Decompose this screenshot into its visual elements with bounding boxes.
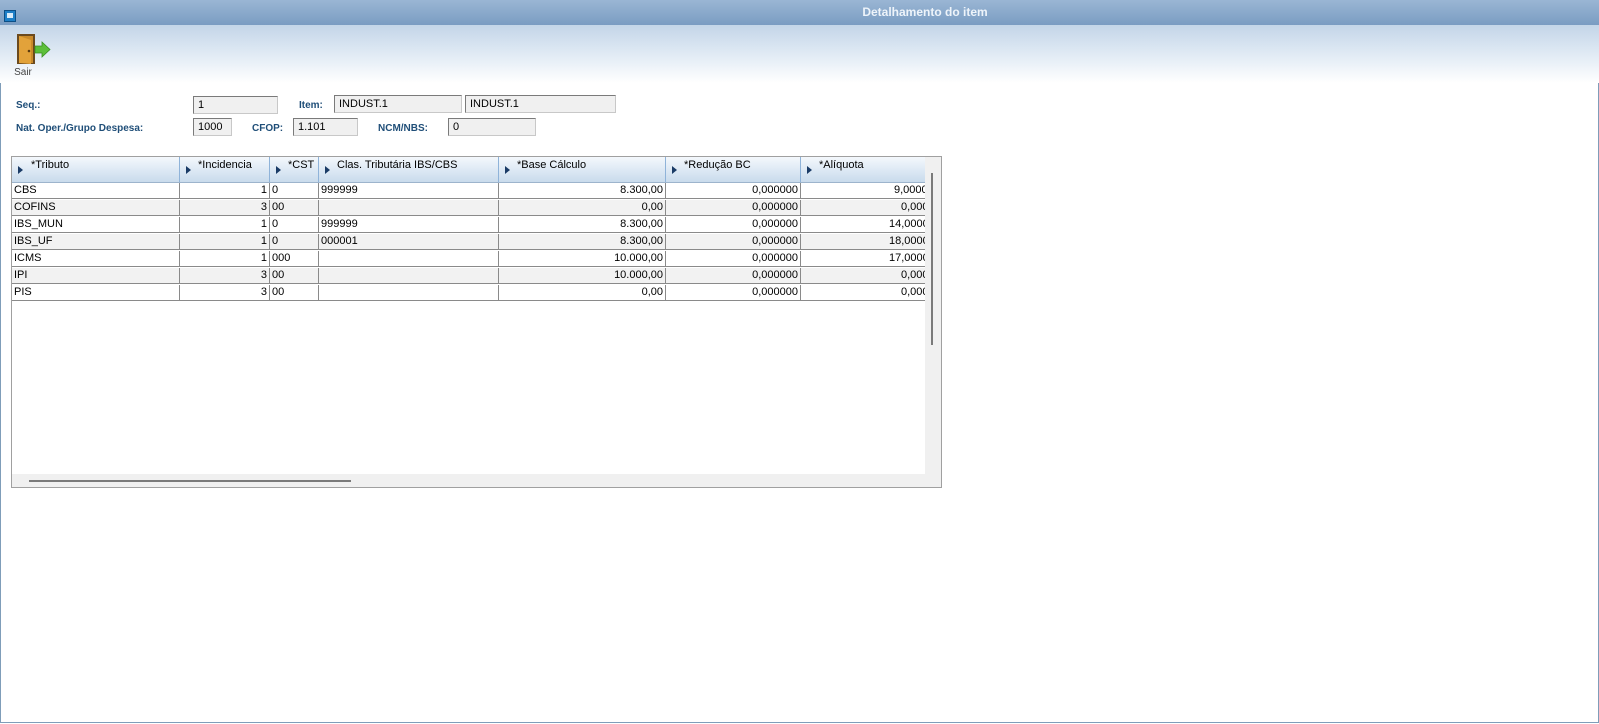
- cell-reducao-bc[interactable]: 0,000000: [666, 200, 801, 216]
- column-menu-icon: [807, 166, 812, 174]
- cell-tributo[interactable]: PIS: [12, 285, 180, 301]
- cfop-label: CFOP:: [252, 123, 284, 134]
- cell-aliquota[interactable]: 0,00000: [801, 200, 941, 216]
- column-menu-icon: [276, 166, 281, 174]
- column-menu-icon: [505, 166, 510, 174]
- cell-reducao-bc[interactable]: 0,000000: [666, 183, 801, 199]
- item-label: Item:: [299, 100, 323, 111]
- cell-clas-tributaria[interactable]: 999999: [319, 183, 499, 199]
- cell-incidencia[interactable]: 1: [180, 217, 270, 233]
- cell-tributo[interactable]: IBS_UF: [12, 234, 180, 250]
- cell-aliquota[interactable]: 18,00000: [801, 234, 941, 250]
- cell-incidencia[interactable]: 3: [180, 200, 270, 216]
- cell-clas-tributaria[interactable]: [319, 285, 499, 301]
- horizontal-scroll-thumb[interactable]: [29, 480, 351, 482]
- cell-incidencia[interactable]: 1: [180, 234, 270, 250]
- column-header-clas-tributaria[interactable]: Clas. Tributária IBS/CBS: [319, 157, 499, 182]
- table-row[interactable]: IPI 3 00 10.000,00 0,000000 0,00000: [12, 268, 941, 284]
- vertical-scroll-thumb[interactable]: [931, 173, 933, 345]
- cfop-field[interactable]: 1.101: [293, 118, 358, 136]
- cell-aliquota[interactable]: 0,00000: [801, 285, 941, 301]
- cell-clas-tributaria[interactable]: [319, 200, 499, 216]
- exit-button[interactable]: Sair: [10, 31, 51, 79]
- ncm-label: NCM/NBS:: [378, 123, 428, 134]
- cell-tributo[interactable]: CBS: [12, 183, 180, 199]
- table-row[interactable]: IBS_MUN 1 0 999999 8.300,00 0,000000 14,…: [12, 217, 941, 233]
- column-header-aliquota[interactable]: *Alíquota: [801, 157, 941, 182]
- cell-base-calculo[interactable]: 10.000,00: [499, 251, 666, 267]
- window-title: Detalhamento do item: [862, 5, 988, 19]
- cell-cst[interactable]: 00: [270, 268, 319, 284]
- cell-base-calculo[interactable]: 8.300,00: [499, 217, 666, 233]
- table-row[interactable]: IBS_UF 1 0 000001 8.300,00 0,000000 18,0…: [12, 234, 941, 250]
- table-row[interactable]: COFINS 3 00 0,00 0,000000 0,00000: [12, 200, 941, 216]
- seq-field[interactable]: 1: [193, 96, 278, 114]
- ncm-field[interactable]: 0: [448, 118, 536, 136]
- table-row[interactable]: CBS 1 0 999999 8.300,00 0,000000 9,00000: [12, 183, 941, 199]
- cell-aliquota[interactable]: 17,00000: [801, 251, 941, 267]
- cell-cst[interactable]: 0: [270, 234, 319, 250]
- title-bar: Detalhamento do item: [0, 0, 1599, 25]
- column-header-reducao-bc[interactable]: *Redução BC: [666, 157, 801, 182]
- cell-reducao-bc[interactable]: 0,000000: [666, 268, 801, 284]
- cell-tributo[interactable]: ICMS: [12, 251, 180, 267]
- cell-reducao-bc[interactable]: 0,000000: [666, 234, 801, 250]
- cell-base-calculo[interactable]: 8.300,00: [499, 234, 666, 250]
- column-header-incidencia[interactable]: *Incidencia: [180, 157, 270, 182]
- table-row[interactable]: ICMS 1 000 10.000,00 0,000000 17,00000: [12, 251, 941, 267]
- toolbar: Sair: [0, 25, 1599, 83]
- cell-base-calculo[interactable]: 0,00: [499, 200, 666, 216]
- cell-incidencia[interactable]: 1: [180, 183, 270, 199]
- column-menu-icon: [325, 166, 330, 174]
- taxes-grid: *Tributo *Incidencia *CST Clas. Tributár…: [11, 156, 942, 488]
- cell-clas-tributaria[interactable]: 000001: [319, 234, 499, 250]
- cell-reducao-bc[interactable]: 0,000000: [666, 217, 801, 233]
- cell-cst[interactable]: 0: [270, 183, 319, 199]
- cell-tributo[interactable]: IPI: [12, 268, 180, 284]
- cell-cst[interactable]: 000: [270, 251, 319, 267]
- cell-clas-tributaria[interactable]: [319, 268, 499, 284]
- column-menu-icon: [18, 166, 23, 174]
- cell-aliquota[interactable]: 0,00000: [801, 268, 941, 284]
- cell-cst[interactable]: 00: [270, 285, 319, 301]
- cell-aliquota[interactable]: 9,00000: [801, 183, 941, 199]
- cell-cst[interactable]: 0: [270, 217, 319, 233]
- cell-tributo[interactable]: IBS_MUN: [12, 217, 180, 233]
- cell-clas-tributaria[interactable]: 999999: [319, 217, 499, 233]
- column-header-base-calculo[interactable]: *Base Cálculo: [499, 157, 666, 182]
- column-header-cst[interactable]: *CST: [270, 157, 319, 182]
- cell-reducao-bc[interactable]: 0,000000: [666, 285, 801, 301]
- exit-door-icon: [17, 34, 51, 64]
- grid-header: *Tributo *Incidencia *CST Clas. Tributár…: [12, 157, 925, 183]
- cell-cst[interactable]: 00: [270, 200, 319, 216]
- vertical-scrollbar[interactable]: [925, 157, 941, 475]
- cell-reducao-bc[interactable]: 0,000000: [666, 251, 801, 267]
- item-code-field[interactable]: INDUST.1: [334, 95, 462, 113]
- table-row[interactable]: PIS 3 00 0,00 0,000000 0,00000: [12, 285, 941, 301]
- cell-aliquota[interactable]: 14,00000: [801, 217, 941, 233]
- scrollbar-corner: [925, 474, 941, 487]
- cell-base-calculo[interactable]: 10.000,00: [499, 268, 666, 284]
- item-description-field[interactable]: INDUST.1: [465, 95, 616, 113]
- cell-tributo[interactable]: COFINS: [12, 200, 180, 216]
- exit-label: Sair: [14, 67, 32, 78]
- cell-incidencia[interactable]: 3: [180, 268, 270, 284]
- column-header-tributo[interactable]: *Tributo: [12, 157, 180, 182]
- horizontal-scrollbar[interactable]: [12, 474, 925, 487]
- column-menu-icon: [186, 166, 191, 174]
- seq-label: Seq.:: [16, 100, 41, 111]
- cell-incidencia[interactable]: 1: [180, 251, 270, 267]
- nat-oper-field[interactable]: 1000: [193, 118, 232, 136]
- cell-base-calculo[interactable]: 8.300,00: [499, 183, 666, 199]
- cell-clas-tributaria[interactable]: [319, 251, 499, 267]
- column-menu-icon: [672, 166, 677, 174]
- cell-incidencia[interactable]: 3: [180, 285, 270, 301]
- cell-base-calculo[interactable]: 0,00: [499, 285, 666, 301]
- nat-oper-label: Nat. Oper./Grupo Despesa:: [16, 123, 144, 134]
